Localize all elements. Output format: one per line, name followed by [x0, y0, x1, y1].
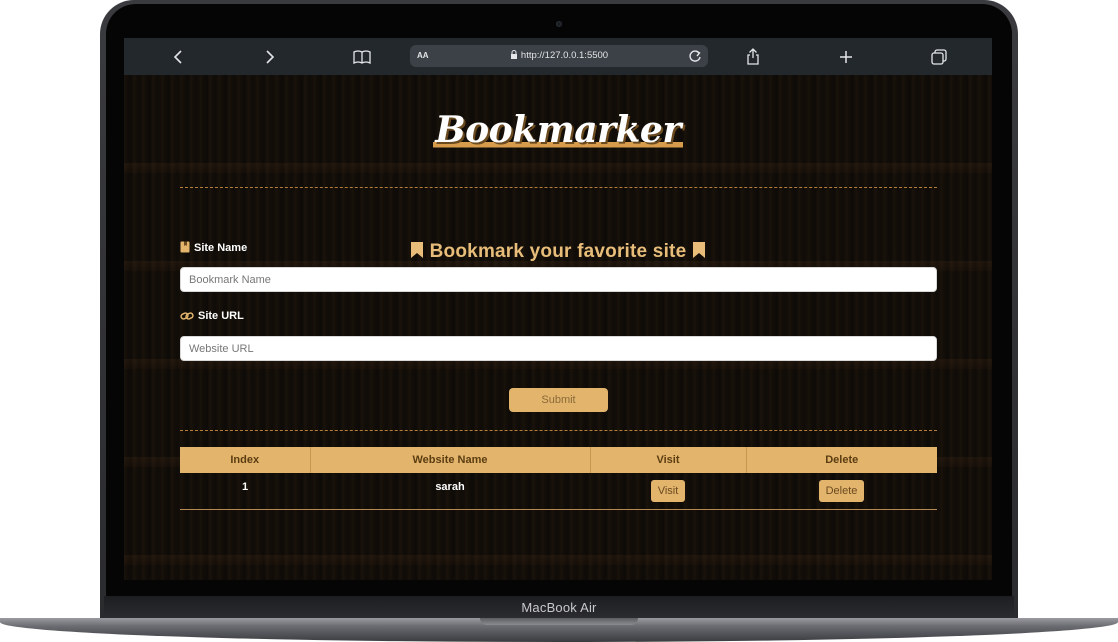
bookmarks-book-icon[interactable] — [350, 38, 374, 75]
logo: Bookmarker — [124, 109, 992, 151]
browser-toolbar: AA http://127.0.0.1:5500 — [124, 38, 992, 75]
site-url-input[interactable] — [180, 336, 937, 361]
device-label: MacBook Air — [104, 596, 1014, 620]
link-icon — [180, 311, 194, 324]
tabs-overview-icon[interactable] — [928, 38, 950, 75]
share-icon[interactable] — [743, 38, 763, 75]
laptop-notch — [480, 618, 638, 625]
bookmark-book-icon — [180, 241, 190, 256]
table-header-row: Index Website Name Visit Delete — [180, 447, 937, 473]
delete-button[interactable]: Delete — [818, 479, 865, 502]
camera-icon — [556, 21, 562, 27]
site-url-label-text: Site URL — [198, 310, 244, 322]
site-url-label: Site URL — [180, 310, 244, 324]
bookmark-icon — [410, 241, 424, 265]
header-visit: Visit — [590, 447, 747, 473]
bookmarker-page: Bookmarker Bookmark your favorite site S… — [124, 75, 992, 580]
url-display: http://127.0.0.1:5500 — [410, 45, 708, 67]
bottom-divider — [180, 430, 937, 431]
screen: AA http://127.0.0.1:5500 Bookmarker Book… — [124, 38, 992, 580]
visit-button[interactable]: Visit — [650, 479, 686, 502]
logo-text: Bookmarker — [433, 109, 683, 151]
submit-button[interactable]: Submit — [509, 388, 608, 412]
url-text: http://127.0.0.1:5500 — [520, 50, 609, 61]
new-tab-icon[interactable] — [836, 38, 856, 75]
bookmarks-table: Index Website Name Visit Delete 1 sarah … — [180, 447, 937, 510]
reload-icon[interactable] — [688, 48, 702, 69]
site-name-input[interactable] — [180, 267, 937, 292]
page-subtitle: Bookmark your favorite site — [124, 241, 992, 265]
row-visit-cell: Visit — [590, 473, 746, 510]
row-website-name-text: sarah — [435, 480, 465, 493]
laptop-base: MacBook Air — [0, 596, 1118, 642]
row-index-text: 1 — [241, 480, 249, 493]
header-website-name: Website Name — [310, 447, 591, 473]
table-row: 1 sarah Visit Delete — [180, 473, 937, 510]
forward-icon[interactable] — [260, 38, 280, 75]
site-name-label-text: Site Name — [194, 242, 248, 254]
top-divider — [180, 187, 937, 188]
row-index: 1 — [180, 473, 310, 510]
back-icon[interactable] — [168, 38, 188, 75]
subtitle-text: Bookmark your favorite site — [429, 241, 687, 262]
bookmark-icon — [692, 241, 706, 265]
row-delete-cell: Delete — [746, 473, 937, 510]
site-name-label: Site Name — [180, 241, 247, 256]
address-bar[interactable]: AA http://127.0.0.1:5500 — [410, 45, 708, 67]
row-website-name: sarah — [310, 473, 590, 510]
header-index: Index — [180, 447, 311, 473]
header-delete: Delete — [746, 447, 937, 473]
lock-icon — [510, 50, 517, 59]
